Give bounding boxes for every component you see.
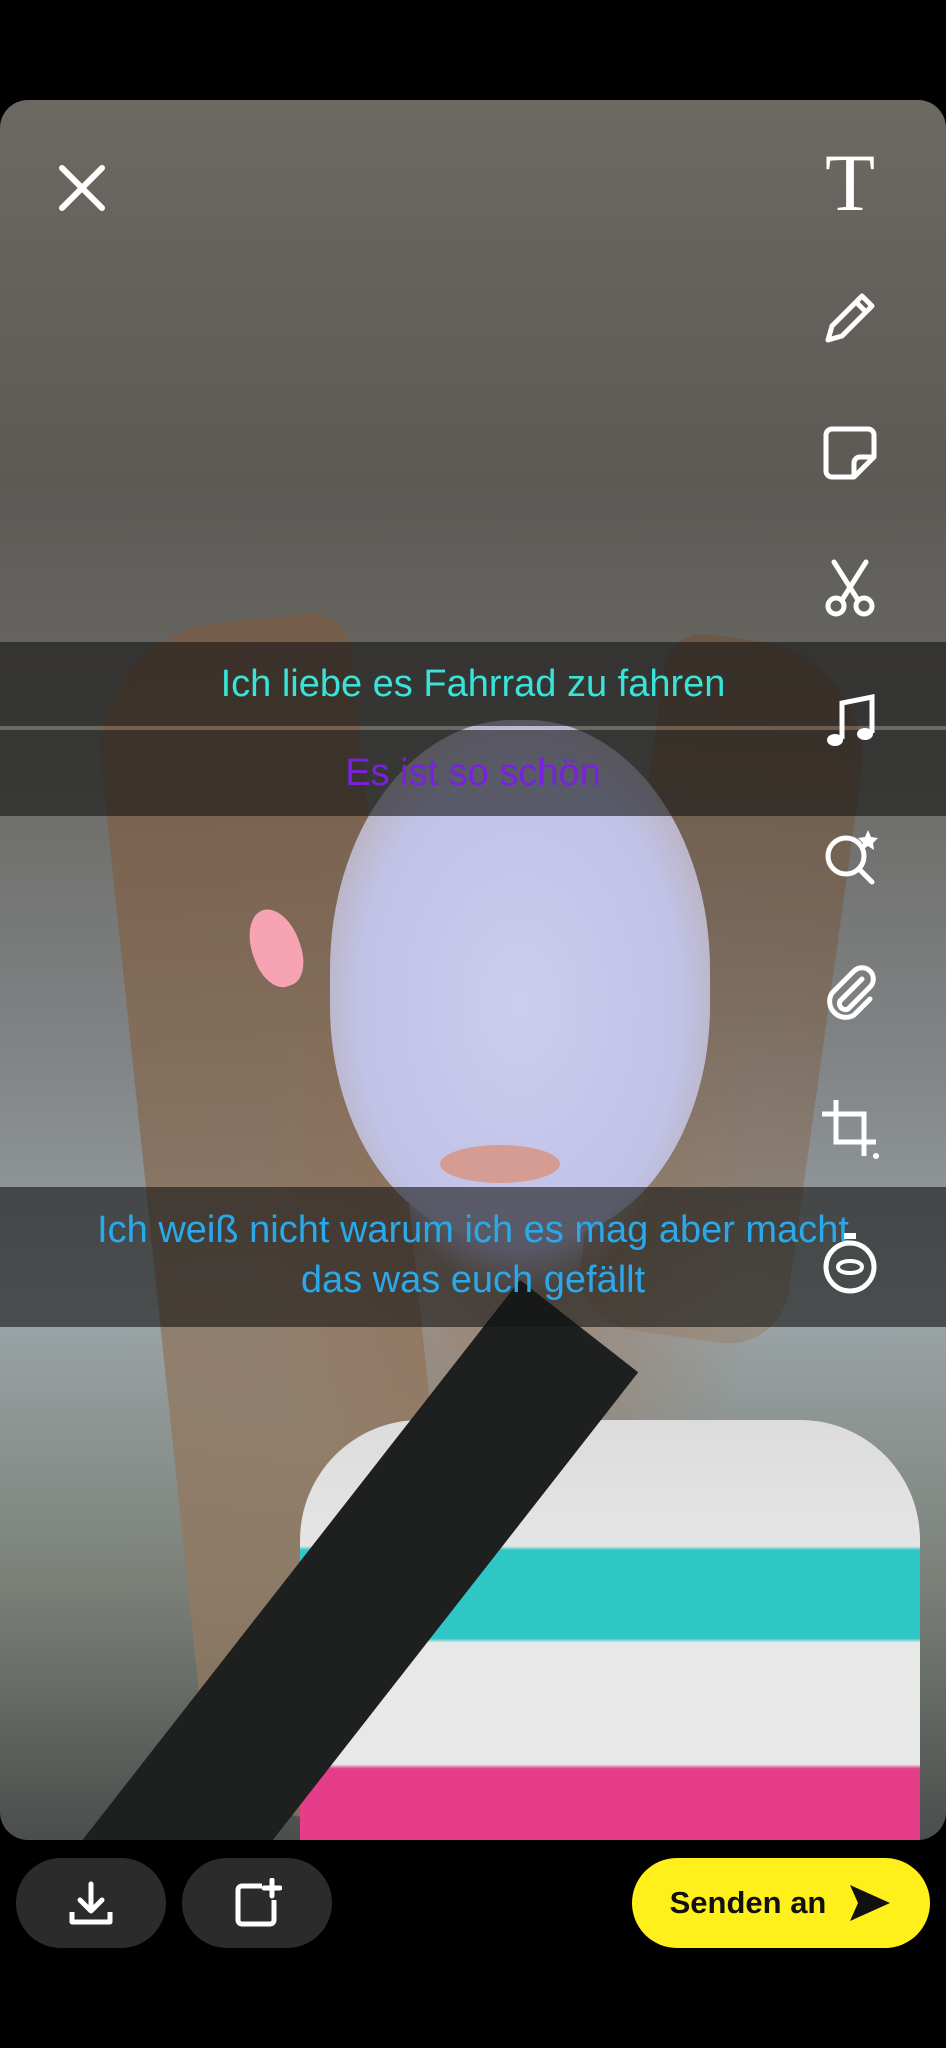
music-icon	[827, 693, 875, 746]
save-button[interactable]	[16, 1858, 166, 1948]
draw-tool-button[interactable]	[812, 280, 888, 356]
caption-bar[interactable]: Ich weiß nicht warum ich es mag aber mac…	[0, 1187, 946, 1327]
timer-icon	[823, 1233, 877, 1294]
crop-icon	[822, 1100, 879, 1159]
sticker-icon	[823, 426, 877, 480]
caption-bar[interactable]: Ich liebe es Fahrrad zu fahren	[0, 642, 946, 726]
pencil-icon	[825, 293, 875, 343]
send-to-label: Senden an	[669, 1885, 827, 1920]
download-icon	[69, 1881, 113, 1925]
add-story-icon	[235, 1878, 282, 1927]
close-button[interactable]	[52, 158, 112, 218]
paperclip-icon	[827, 965, 876, 1020]
lens-search-icon	[825, 830, 878, 885]
caption-bar[interactable]: Es ist so schön	[0, 730, 946, 816]
crop-tool-button[interactable]	[812, 1090, 888, 1166]
caption-text: Es ist so schön	[345, 752, 601, 794]
text-tool-button[interactable]: T	[812, 137, 888, 228]
add-to-story-button[interactable]	[182, 1858, 332, 1948]
timer-tool-button[interactable]	[812, 1225, 888, 1301]
scissors-tool-button[interactable]	[812, 550, 888, 626]
text-icon: T	[824, 137, 876, 228]
photo-lips	[440, 1145, 560, 1183]
sticker-tool-button[interactable]	[812, 415, 888, 491]
attach-tool-button[interactable]	[812, 955, 888, 1031]
music-tool-button[interactable]	[812, 685, 888, 761]
caption-text: das was euch gefällt	[300, 1259, 646, 1301]
lens-tool-button[interactable]	[812, 820, 888, 896]
close-icon	[59, 165, 105, 211]
send-arrow-icon	[850, 1885, 891, 1921]
edit-toolbar: T	[812, 137, 888, 1360]
caption-text: Ich liebe es Fahrrad zu fahren	[220, 663, 726, 705]
scissors-icon	[825, 559, 875, 617]
send-to-button[interactable]: Senden an	[632, 1858, 930, 1948]
caption-text: Ich weiß nicht warum ich es mag aber mac…	[97, 1209, 849, 1251]
snap-photo	[0, 100, 946, 1840]
